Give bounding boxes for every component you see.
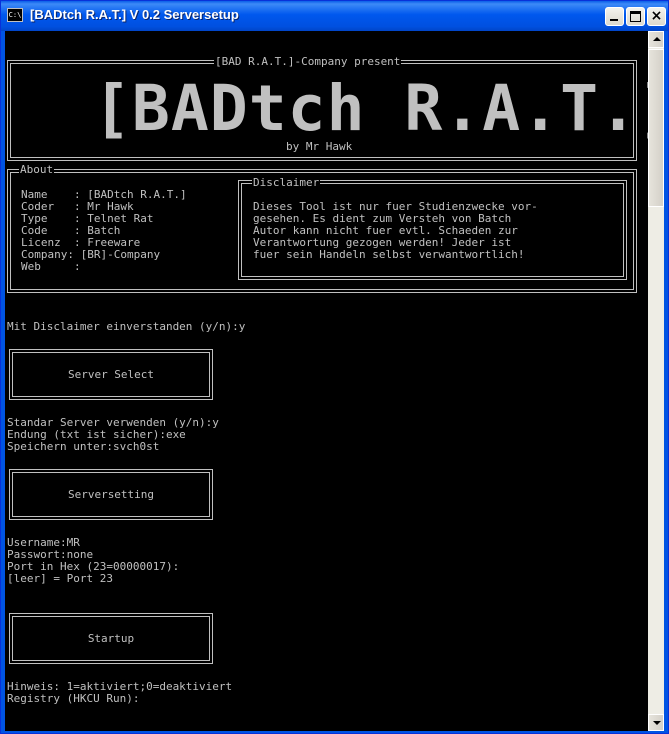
console-output[interactable]: [BAD R.A.T.]-Company present [BADtch R.A… <box>5 31 648 731</box>
about-legend: About <box>19 163 55 176</box>
author-text: by Mr Hawk <box>285 140 354 153</box>
startup-label: Startup <box>12 616 210 661</box>
scroll-down-button[interactable] <box>648 714 664 731</box>
serversetting-label: Serversetting <box>12 472 210 517</box>
console-app-icon[interactable]: C:\ <box>7 8 23 22</box>
server-select-box: Server Select <box>9 349 213 400</box>
maximize-button[interactable] <box>626 7 645 26</box>
about-row: Web : <box>21 260 81 273</box>
window-title: [BADtch R.A.T.] V 0.2 Serversetup <box>30 7 239 22</box>
disclaimer-line: fuer sein Handeln selbst verwantwortlich… <box>253 248 525 261</box>
close-icon: × <box>650 8 663 24</box>
scroll-thumb[interactable] <box>648 49 664 207</box>
arrow-up-icon <box>653 37 661 41</box>
disclaimer-prompt: Mit Disclaimer einverstanden (y/n):y <box>7 320 246 333</box>
server-select-label: Server Select <box>12 352 210 397</box>
startup-prompt-line: Registry (HKCU Run): <box>7 692 140 705</box>
server-prompt-line: Speichern unter:svch0st <box>7 440 160 453</box>
setting-prompt-line: [leer] = Port 23 <box>7 572 113 585</box>
startup-box: Startup <box>9 613 213 664</box>
scroll-up-button[interactable] <box>648 31 664 48</box>
close-button[interactable]: × <box>647 7 666 26</box>
arrow-down-icon <box>653 721 661 725</box>
logo-text: [BADtch R.A.T.] <box>93 72 648 145</box>
title-bar[interactable]: C:\ [BADtch R.A.T.] V 0.2 Serversetup × <box>1 1 668 31</box>
minimize-button[interactable] <box>605 7 624 26</box>
vertical-scrollbar[interactable] <box>648 31 664 731</box>
maximize-icon <box>630 11 641 22</box>
present-text: [BAD R.A.T.]-Company present <box>214 55 402 68</box>
serversetting-box: Serversetting <box>9 469 213 520</box>
minimize-icon <box>610 19 618 21</box>
console-window: C:\ [BADtch R.A.T.] V 0.2 Serversetup × … <box>0 0 669 734</box>
disclaimer-legend: Disclaimer <box>252 176 321 189</box>
